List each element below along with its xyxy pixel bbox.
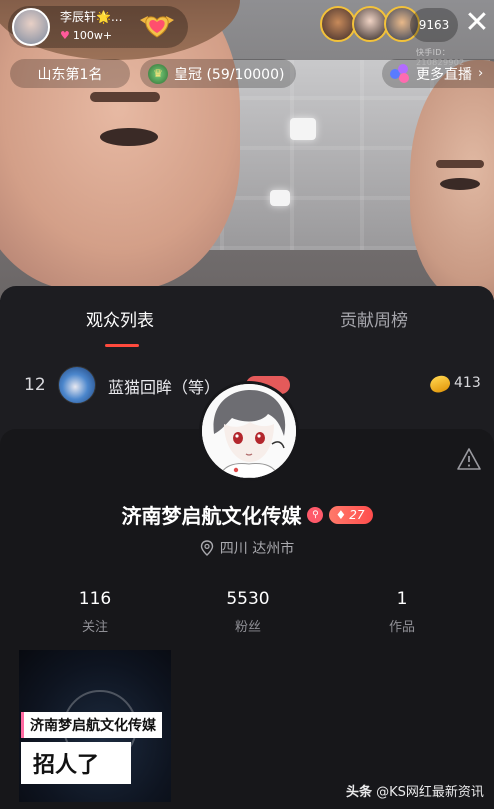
stat-works[interactable]: 1 作品 bbox=[342, 589, 462, 635]
work-caption: 济南梦启航文化传媒 bbox=[21, 712, 162, 738]
works-label: 作品 bbox=[388, 620, 415, 635]
heart-icon: ♥ bbox=[60, 29, 70, 42]
top-viewer-avatar[interactable] bbox=[352, 6, 388, 42]
watermark-brand: 头条 bbox=[346, 785, 373, 800]
location-pin-icon bbox=[200, 540, 213, 556]
avatar[interactable] bbox=[58, 366, 96, 404]
anchor-likes: ♥ 100w+ bbox=[60, 29, 112, 42]
profile-card: 济南梦启航文化传媒 ⚲ ♦ 27 四川 达州市 116 关注 5530 粉丝 1… bbox=[0, 429, 494, 809]
close-icon[interactable]: ✕ bbox=[464, 8, 490, 38]
stat-following[interactable]: 116 关注 bbox=[35, 589, 155, 635]
watermark: 头条 @KS网红最新资讯 bbox=[346, 781, 484, 800]
ceiling-lamp bbox=[290, 118, 316, 140]
viewer-coins: 413 bbox=[454, 375, 481, 391]
level-badge: ♦ 27 bbox=[329, 505, 373, 524]
tab-weekly-contribution[interactable]: 贡献周榜 bbox=[340, 306, 408, 331]
viewer-name: 蓝猫回眸（等） bbox=[108, 378, 221, 397]
following-label: 关注 bbox=[81, 620, 108, 635]
works-count: 1 bbox=[396, 589, 408, 609]
live-room-screen: 李辰轩🌟... ♥ 100w+ 9163 ✕ 快手ID：210829902 山东… bbox=[0, 0, 494, 809]
profile-avatar[interactable] bbox=[199, 381, 299, 481]
anchor-likes-count: 100w+ bbox=[72, 29, 113, 42]
fans-label: 粉丝 bbox=[234, 620, 261, 635]
profile-name-line: 济南梦启航文化传媒 ⚲ ♦ 27 bbox=[0, 500, 494, 529]
work-title: 招人了 bbox=[21, 742, 131, 784]
top-viewer-avatar[interactable] bbox=[320, 6, 356, 42]
regional-rank[interactable]: 山东第1名 bbox=[10, 59, 130, 88]
follow-heart-icon[interactable] bbox=[136, 10, 178, 40]
tab-viewer-list[interactable]: 观众列表 bbox=[86, 306, 154, 331]
crown-icon: ♛ bbox=[148, 63, 168, 84]
viewer-count[interactable]: 9163 bbox=[410, 8, 458, 42]
fans-count: 5530 bbox=[226, 589, 270, 609]
coin-icon bbox=[427, 373, 453, 395]
stat-fans[interactable]: 5530 粉丝 bbox=[188, 589, 308, 635]
level-value: 27 bbox=[349, 507, 365, 522]
diamond-icon: ♦ bbox=[335, 507, 347, 522]
profile-name: 济南梦启航文化传媒 bbox=[121, 504, 302, 528]
crown-progress[interactable]: ♛ 皇冠 (59/10000) bbox=[140, 59, 296, 88]
more-live-icon bbox=[390, 63, 410, 84]
work-thumbnail[interactable]: 济南梦启航文化传媒 招人了 bbox=[19, 650, 171, 802]
location-text: 四川 达州市 bbox=[219, 541, 295, 557]
anchor-avatar[interactable] bbox=[12, 8, 50, 46]
crown-label: 皇冠 (59/10000) bbox=[174, 66, 285, 83]
report-warning-icon[interactable] bbox=[456, 447, 482, 471]
active-tab-indicator bbox=[105, 344, 139, 347]
more-live-label: 更多直播 bbox=[416, 66, 472, 83]
anime-avatar-illustration bbox=[202, 384, 296, 478]
more-live-button[interactable]: 更多直播 › bbox=[382, 59, 494, 88]
chevron-right-icon: › bbox=[478, 66, 484, 81]
following-count: 116 bbox=[78, 589, 112, 609]
profile-location: 四川 达州市 bbox=[0, 538, 494, 558]
ceiling-lamp bbox=[270, 190, 290, 206]
watermark-handle: @KS网红最新资讯 bbox=[376, 785, 484, 800]
viewer-rank: 12 bbox=[24, 375, 46, 395]
anchor-name: 李辰轩🌟... bbox=[60, 10, 123, 24]
search-icon: ⚲ bbox=[307, 506, 324, 523]
